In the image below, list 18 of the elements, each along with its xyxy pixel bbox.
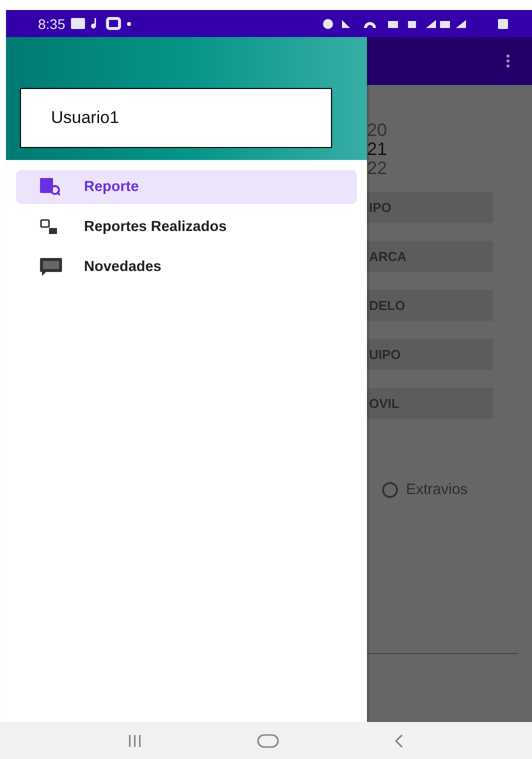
status-time: 8:35 — [38, 16, 66, 32]
radio-label: Extravios — [406, 481, 468, 498]
drawer-item[interactable]: Reporte — [16, 170, 357, 204]
image-icon — [71, 18, 86, 29]
report-icon — [40, 178, 60, 196]
year-option[interactable]: 21 — [367, 140, 532, 159]
drawer-item[interactable]: Reportes Realizados — [16, 210, 357, 244]
user-name: Usuario1 — [20, 88, 332, 148]
radio-button[interactable] — [382, 482, 398, 498]
recent-apps-icon[interactable] — [128, 734, 142, 746]
devices-icon — [40, 219, 58, 235]
message-icon — [40, 258, 62, 276]
chat-icon — [106, 17, 122, 30]
drawer-item[interactable]: Novedades — [16, 250, 357, 284]
dot-icon — [127, 22, 132, 26]
more-icon[interactable] — [506, 54, 510, 68]
back-icon[interactable] — [394, 734, 404, 748]
home-icon[interactable] — [256, 734, 279, 748]
